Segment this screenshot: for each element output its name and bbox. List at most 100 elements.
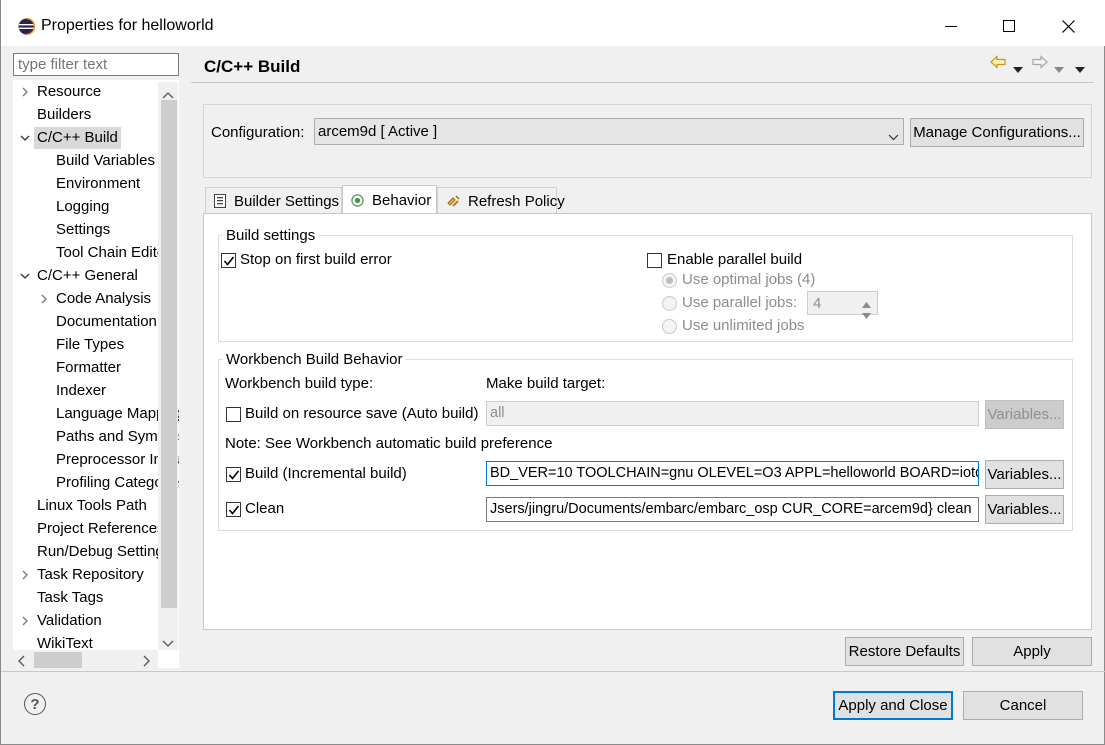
tree-item-label: Indexer [56, 382, 107, 399]
unlimited-jobs-radio[interactable] [662, 319, 677, 334]
make-build-target-label: Make build target: [486, 375, 606, 392]
tree-item-label: Build Variables [56, 152, 155, 169]
clean-checkbox[interactable] [226, 502, 241, 517]
tree-item-label: Linux Tools Path [37, 497, 147, 514]
tree-expand-icon[interactable] [19, 564, 31, 586]
tree-expand-icon[interactable] [19, 81, 31, 103]
tree-collapse-icon[interactable] [19, 127, 31, 149]
checkmark-icon [228, 505, 240, 515]
maximize-button[interactable] [986, 7, 1032, 45]
tab-refresh-policy[interactable]: Refresh Policy [437, 187, 565, 214]
tree-item-label: Builders [37, 106, 92, 123]
parallel-jobs-label: Use parallel jobs: [682, 294, 798, 311]
preference-tree: Resource Builders C/C++ Build Build Variabl… [13, 80, 179, 668]
parallel-build-checkbox[interactable] [647, 253, 662, 268]
incremental-variables-button[interactable]: Variables... [985, 460, 1064, 489]
build-settings-title: Build settings [223, 227, 319, 244]
tree-item-label: File Types [56, 336, 125, 353]
refresh-policy-icon [446, 194, 461, 209]
back-dropdown-icon[interactable] [1013, 60, 1023, 77]
manage-configurations-button[interactable]: Manage Configurations... [910, 118, 1084, 147]
tree-item-label: C/C++ General [37, 267, 138, 284]
tree-horizontal-scroll-thumb[interactable] [34, 652, 82, 668]
tree-item-label: Tool Chain Editor [56, 244, 171, 261]
help-icon[interactable]: ? [24, 693, 46, 715]
scroll-right-icon[interactable] [143, 654, 151, 671]
scroll-up-icon[interactable] [162, 86, 174, 103]
parallel-jobs-value: 4 [813, 295, 822, 312]
optimal-jobs-label: Use optimal jobs (4) [682, 271, 816, 288]
view-menu-icon[interactable] [1075, 60, 1085, 77]
configuration-label: Configuration: [211, 124, 305, 141]
auto-build-checkbox[interactable] [226, 407, 241, 422]
restore-defaults-button[interactable]: Restore Defaults [845, 637, 964, 666]
tree-item-label: Task Repository [37, 566, 144, 583]
tree-item-label: Resource [37, 83, 102, 100]
tree-item-label: Validation [37, 612, 102, 629]
cancel-button[interactable]: Cancel [963, 691, 1083, 720]
minimize-button[interactable] [928, 7, 974, 45]
filter-input[interactable] [13, 53, 179, 76]
minimize-icon [945, 26, 957, 27]
clean-variables-button[interactable]: Variables... [985, 495, 1064, 524]
stop-on-error-checkbox[interactable] [221, 253, 236, 268]
window-title: Properties for helloworld [41, 17, 214, 34]
auto-build-variables-button[interactable]: Variables... [985, 400, 1064, 429]
tree-expand-icon[interactable] [19, 610, 31, 632]
bottom-separator [1, 671, 1105, 672]
checkmark-icon [228, 470, 240, 480]
tree-item-label: Project References [37, 520, 165, 537]
stop-on-error-label[interactable]: Stop on first build error [240, 251, 392, 268]
close-button[interactable] [1045, 7, 1091, 45]
scroll-down-icon[interactable] [162, 635, 174, 652]
behavior-icon [351, 194, 364, 207]
configuration-value: arcem9d [ Active ] [318, 123, 438, 140]
tree-collapse-icon[interactable] [19, 265, 31, 287]
page-title: C/C++ Build [204, 57, 301, 76]
tree-item-label: Documentation [56, 313, 157, 330]
clean-target-field[interactable]: Jsers/jingru/Documents/embarc/embarc_osp… [486, 497, 979, 522]
tree-item-label: Run/Debug Settings [37, 543, 172, 560]
auto-build-label[interactable]: Build on resource save (Auto build) [245, 405, 478, 422]
builder-settings-icon [214, 194, 226, 208]
tree-item-label: C/C++ Build [34, 127, 121, 149]
parallel-build-label[interactable]: Enable parallel build [667, 251, 802, 268]
tree-item-label: Task Tags [37, 589, 104, 606]
eclipse-icon [18, 17, 36, 36]
scroll-left-icon[interactable] [17, 654, 25, 671]
tree-vertical-scroll-thumb[interactable] [161, 100, 177, 608]
optimal-jobs-radio[interactable] [662, 273, 677, 288]
auto-build-target-field[interactable]: all [486, 401, 979, 426]
workbench-build-title: Workbench Build Behavior [223, 351, 406, 368]
close-icon [1061, 19, 1075, 33]
incremental-build-checkbox[interactable] [226, 467, 241, 482]
clean-label[interactable]: Clean [245, 500, 284, 517]
incremental-build-label[interactable]: Build (Incremental build) [245, 465, 407, 482]
apply-and-close-button[interactable]: Apply and Close [833, 691, 953, 720]
apply-button[interactable]: Apply [972, 637, 1092, 666]
tab-builder-settings-label: Builder Settings [234, 192, 340, 210]
tab-builder-settings[interactable]: Builder Settings [205, 187, 342, 214]
maximize-icon [1003, 20, 1015, 32]
configuration-select[interactable]: arcem9d [ Active ] [314, 118, 904, 145]
header-separator [191, 82, 1094, 83]
incremental-build-target-field[interactable]: BD_VER=10 TOOLCHAIN=gnu OLEVEL=O3 APPL=h… [486, 461, 979, 486]
checkmark-icon [223, 256, 235, 266]
tree-item-label: Code Analysis [56, 290, 152, 307]
back-arrow-icon[interactable] [990, 55, 1006, 73]
spinner-down-icon[interactable] [862, 306, 871, 323]
workbench-note: Note: See Workbench automatic build pref… [225, 435, 553, 452]
parallel-jobs-radio[interactable] [662, 296, 677, 311]
properties-dialog: Properties for helloworld Resource Builde… [0, 0, 1105, 745]
unlimited-jobs-label: Use unlimited jobs [682, 317, 805, 334]
workbench-build-type-label: Workbench build type: [225, 375, 374, 392]
forward-arrow-icon[interactable] [1032, 55, 1048, 73]
parallel-jobs-spinner[interactable]: 4 [807, 291, 878, 319]
tree-item-label: Environment [56, 175, 141, 192]
tree-expand-icon[interactable] [38, 288, 50, 310]
chevron-down-icon [888, 128, 899, 145]
tab-behavior[interactable]: Behavior [342, 185, 437, 215]
forward-dropdown-icon[interactable] [1054, 60, 1064, 77]
tree-item-label: Settings [56, 221, 111, 238]
tree-item-label: Logging [56, 198, 110, 215]
